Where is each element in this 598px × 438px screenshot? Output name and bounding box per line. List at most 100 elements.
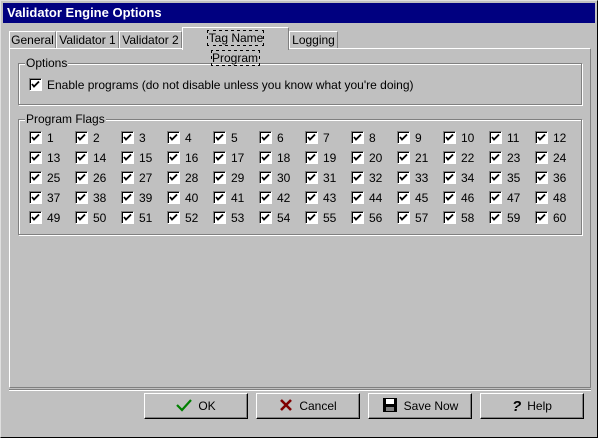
flag-label: 11 (507, 131, 520, 145)
flag-checkbox[interactable] (75, 191, 88, 204)
flag-checkbox[interactable] (489, 151, 502, 164)
flag-label: 46 (461, 191, 475, 205)
flag-checkbox[interactable] (351, 171, 364, 184)
flag-checkbox[interactable] (305, 211, 318, 224)
flag-checkbox[interactable] (443, 211, 456, 224)
flag-checkbox[interactable] (351, 131, 364, 144)
flag-checkbox[interactable] (259, 131, 272, 144)
question-mark-icon: ? (512, 397, 522, 415)
save-now-button[interactable]: Save Now (368, 393, 472, 419)
flag-label: 33 (415, 171, 429, 185)
flag-checkbox[interactable] (489, 211, 502, 224)
flag-label: 57 (415, 211, 429, 225)
flag-checkbox[interactable] (443, 131, 456, 144)
flag-label: 38 (93, 191, 107, 205)
flag-checkbox[interactable] (259, 171, 272, 184)
flag-label: 54 (277, 211, 291, 225)
flag-checkbox[interactable] (489, 191, 502, 204)
flag-checkbox[interactable] (121, 131, 134, 144)
flag-checkbox[interactable] (535, 131, 548, 144)
flag-checkbox[interactable] (397, 171, 410, 184)
help-button[interactable]: ? Help (480, 393, 584, 419)
flag-checkbox[interactable] (75, 131, 88, 144)
x-icon (279, 398, 293, 415)
flag-checkbox[interactable] (121, 211, 134, 224)
flag-checkbox[interactable] (397, 151, 410, 164)
flag-checkbox[interactable] (397, 211, 410, 224)
flag-label: 41 (231, 191, 245, 205)
flag-label: 28 (185, 171, 199, 185)
flag-checkbox[interactable] (305, 131, 318, 144)
flag-checkbox[interactable] (351, 151, 364, 164)
flag-checkbox[interactable] (121, 191, 134, 204)
flag-checkbox[interactable] (75, 151, 88, 164)
flag-checkbox[interactable] (213, 131, 226, 144)
flag-checkbox[interactable] (75, 171, 88, 184)
flag-label: 58 (461, 211, 475, 225)
flag-checkbox[interactable] (535, 211, 548, 224)
flag-checkbox[interactable] (489, 131, 502, 144)
flag-checkbox[interactable] (259, 211, 272, 224)
flag-checkbox[interactable] (213, 191, 226, 204)
flag-checkbox[interactable] (397, 191, 410, 204)
flag-checkbox[interactable] (443, 171, 456, 184)
flag-label: 36 (553, 171, 567, 185)
tab-tag-name-program[interactable]: Tag Name Program (182, 27, 289, 66)
flag-checkbox[interactable] (305, 151, 318, 164)
flag-label: 60 (553, 211, 567, 225)
flag-checkbox[interactable] (305, 171, 318, 184)
flag-checkbox[interactable] (75, 211, 88, 224)
flag-checkbox[interactable] (535, 171, 548, 184)
flag-checkbox[interactable] (489, 171, 502, 184)
program-flags-group: Program Flags 1 2 3 4 5 6 7 8 9 10 11 12 13 14 15 16 17 1… (18, 112, 582, 235)
flag-checkbox[interactable] (535, 191, 548, 204)
flag-checkbox[interactable] (167, 151, 180, 164)
flag-label: 20 (369, 151, 383, 165)
flag-checkbox[interactable] (29, 191, 42, 204)
flag-checkbox[interactable] (443, 151, 456, 164)
enable-programs-checkbox[interactable] (29, 78, 42, 91)
flag-label: 27 (139, 171, 153, 185)
floppy-disk-icon (382, 397, 398, 416)
flag-checkbox[interactable] (305, 191, 318, 204)
flag-checkbox[interactable] (351, 191, 364, 204)
flag-checkbox[interactable] (167, 131, 180, 144)
flag-checkbox[interactable] (29, 171, 42, 184)
tab-panel: Options Enable programs (do not disable … (9, 48, 591, 388)
flag-label: 37 (47, 191, 61, 205)
tab-logging[interactable]: Logging (289, 31, 338, 49)
flag-checkbox[interactable] (213, 171, 226, 184)
flag-checkbox[interactable] (351, 211, 364, 224)
flag-checkbox[interactable] (167, 211, 180, 224)
flag-checkbox[interactable] (29, 131, 42, 144)
ok-button[interactable]: OK (144, 393, 248, 419)
flag-checkbox[interactable] (213, 211, 226, 224)
flag-checkbox[interactable] (167, 191, 180, 204)
flag-checkbox[interactable] (535, 151, 548, 164)
flag-checkbox[interactable] (29, 151, 42, 164)
flag-checkbox[interactable] (121, 151, 134, 164)
flag-label: 10 (461, 131, 475, 145)
flag-label: 18 (277, 151, 291, 165)
options-group: Options Enable programs (do not disable … (18, 56, 582, 105)
flag-label: 34 (461, 171, 475, 185)
flag-label: 51 (139, 211, 153, 225)
flag-checkbox[interactable] (121, 171, 134, 184)
flag-label: 44 (369, 191, 383, 205)
flag-label: 59 (507, 211, 521, 225)
tab-validator-2[interactable]: Validator 2 (119, 31, 182, 49)
cancel-button[interactable]: Cancel (256, 393, 360, 419)
flag-checkbox[interactable] (167, 171, 180, 184)
flag-checkbox[interactable] (213, 151, 226, 164)
tab-general[interactable]: General (9, 31, 56, 49)
flag-label: 39 (139, 191, 153, 205)
flag-checkbox[interactable] (397, 131, 410, 144)
tab-validator-1[interactable]: Validator 1 (56, 31, 119, 49)
flag-checkbox[interactable] (29, 211, 42, 224)
flag-checkbox[interactable] (259, 191, 272, 204)
flag-label: 6 (277, 131, 284, 145)
flag-label: 56 (369, 211, 383, 225)
flag-checkbox[interactable] (443, 191, 456, 204)
flag-checkbox[interactable] (259, 151, 272, 164)
flag-label: 31 (323, 171, 337, 185)
